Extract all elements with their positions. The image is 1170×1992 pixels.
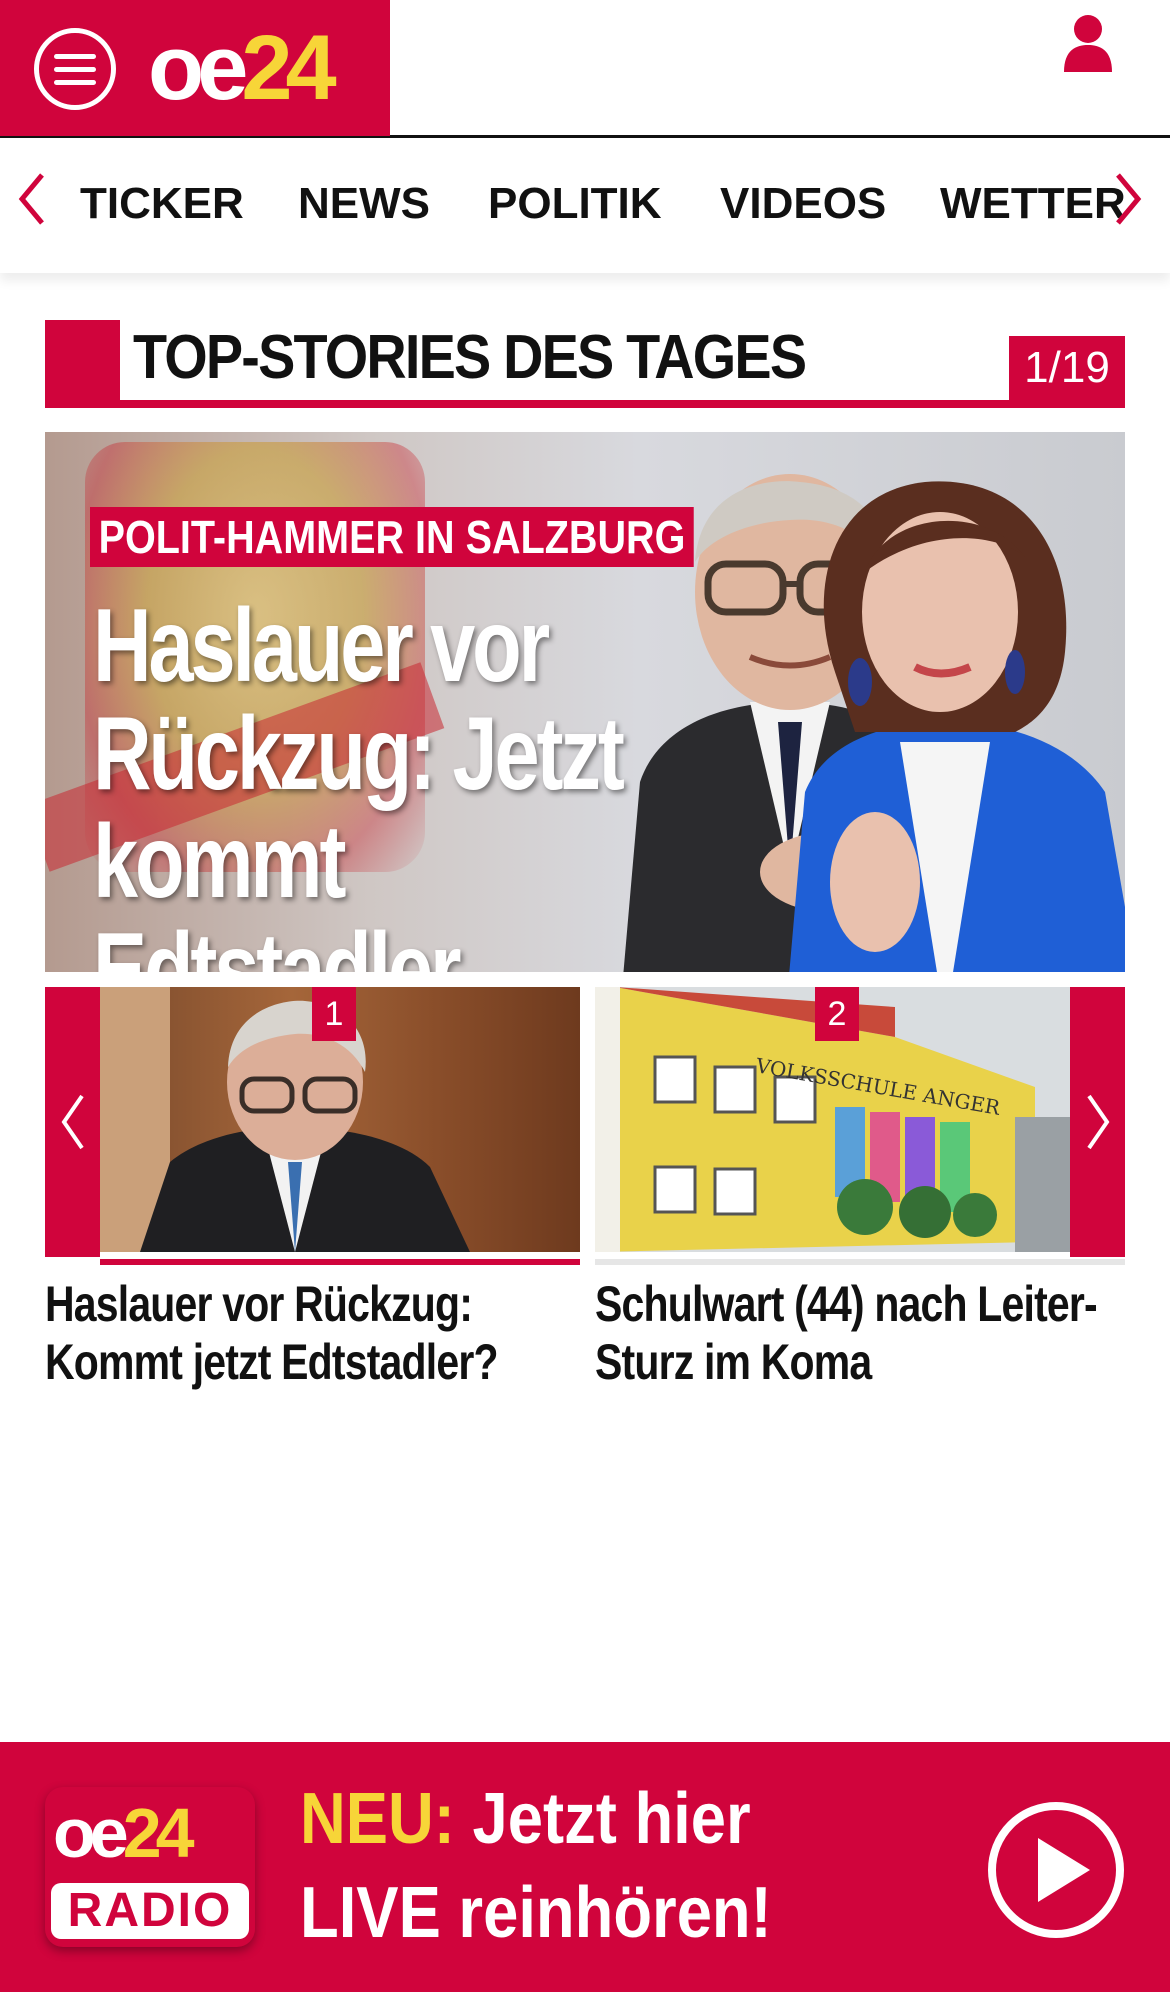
nav-item-politik[interactable]: POLITIK [488,179,662,229]
radio-promo-line-1: NEU: Jetzt hier [300,1772,772,1866]
card-title-line: Haslauer vor Rückzug: [45,1276,473,1332]
chevron-left-icon[interactable] [14,169,50,229]
story-rank-badge: 1 [312,987,356,1041]
radio-promo-text: NEU: Jetzt hier LIVE reinhören! [300,1772,772,1960]
nav-item-ticker[interactable]: TICKER [80,179,244,229]
radio-logo-24: 24 [122,1794,195,1872]
app-header: oe24 [0,0,1170,138]
category-nav: TICKER NEWS POLITIK VIDEOS WETTER [0,139,1170,273]
hamburger-menu-icon[interactable] [34,28,116,110]
radio-new-label: NEU: [300,1779,455,1859]
story-card-1-title[interactable]: Haslauer vor Rückzug: Kommt jetzt Edtsta… [45,1275,499,1391]
card-title-line: Kommt jetzt Edtstadler? [45,1334,499,1390]
user-icon[interactable] [1062,12,1114,72]
logo-text-oe: oe [148,17,248,119]
story-card-2-title[interactable]: Schulwart (44) nach Leiter- Sturz im Kom… [595,1275,1098,1391]
hero-headline-line: Haslauer vor [93,588,550,704]
top-stories-header: TOP-STORIES DES TAGES 1/19 [45,320,1125,408]
oe24-logo[interactable]: oe24 [148,17,337,119]
play-icon [1038,1838,1090,1902]
hero-headline-line: kommt Edtstadler [93,804,462,972]
oe24-radio-logo: oe24 RADIO [45,1787,255,1947]
hero-headline: Haslauer vor Rückzug: Jetzt kommt Edtsta… [93,592,686,972]
radio-logo-text: oe24 [53,1794,195,1872]
card-title-line: Sturz im Koma [595,1334,872,1390]
carousel-next-button[interactable] [1070,987,1125,1257]
radio-banner[interactable]: oe24 RADIO NEU: Jetzt hier LIVE reinhöre… [0,1742,1170,1992]
chevron-right-icon [1087,1094,1110,1150]
radio-promo-line-1-text: Jetzt hier [472,1779,751,1859]
radio-logo-oe: oe [53,1794,129,1872]
nav-item-news[interactable]: NEWS [298,179,430,229]
hero-kicker: POLIT-HAMMER IN SALZBURG [90,507,694,567]
card-title-line: Schulwart (44) nach Leiter- [595,1276,1098,1332]
story-counter: 1/19 [1009,336,1125,400]
chevron-right-icon[interactable] [1110,169,1146,229]
hero-story[interactable]: POLIT-HAMMER IN SALZBURG Haslauer vor Rü… [45,432,1125,972]
section-marker [45,320,120,408]
carousel-prev-button[interactable] [45,987,100,1257]
section-underline [45,400,1125,408]
active-card-indicator [100,1259,580,1265]
story-rank-badge: 2 [815,987,859,1041]
hero-headline-line: Rückzug: Jetzt [93,696,625,812]
nav-item-wetter[interactable]: WETTER [940,179,1126,229]
radio-logo-label: RADIO [51,1883,249,1939]
brand-bar: oe24 [0,0,390,136]
logo-text-24: 24 [241,17,336,119]
story-carousel: 1 VOLKSSCHULE ANGER 2 [45,987,1125,1267]
chevron-left-icon [61,1094,84,1150]
hero-woman-photo [789,481,1125,972]
section-title: TOP-STORIES DES TAGES [133,323,807,392]
nav-item-videos[interactable]: VIDEOS [720,179,886,229]
play-button[interactable] [988,1802,1124,1938]
card-divider [595,1259,1125,1265]
radio-promo-line-2: LIVE reinhören! [300,1873,772,1953]
